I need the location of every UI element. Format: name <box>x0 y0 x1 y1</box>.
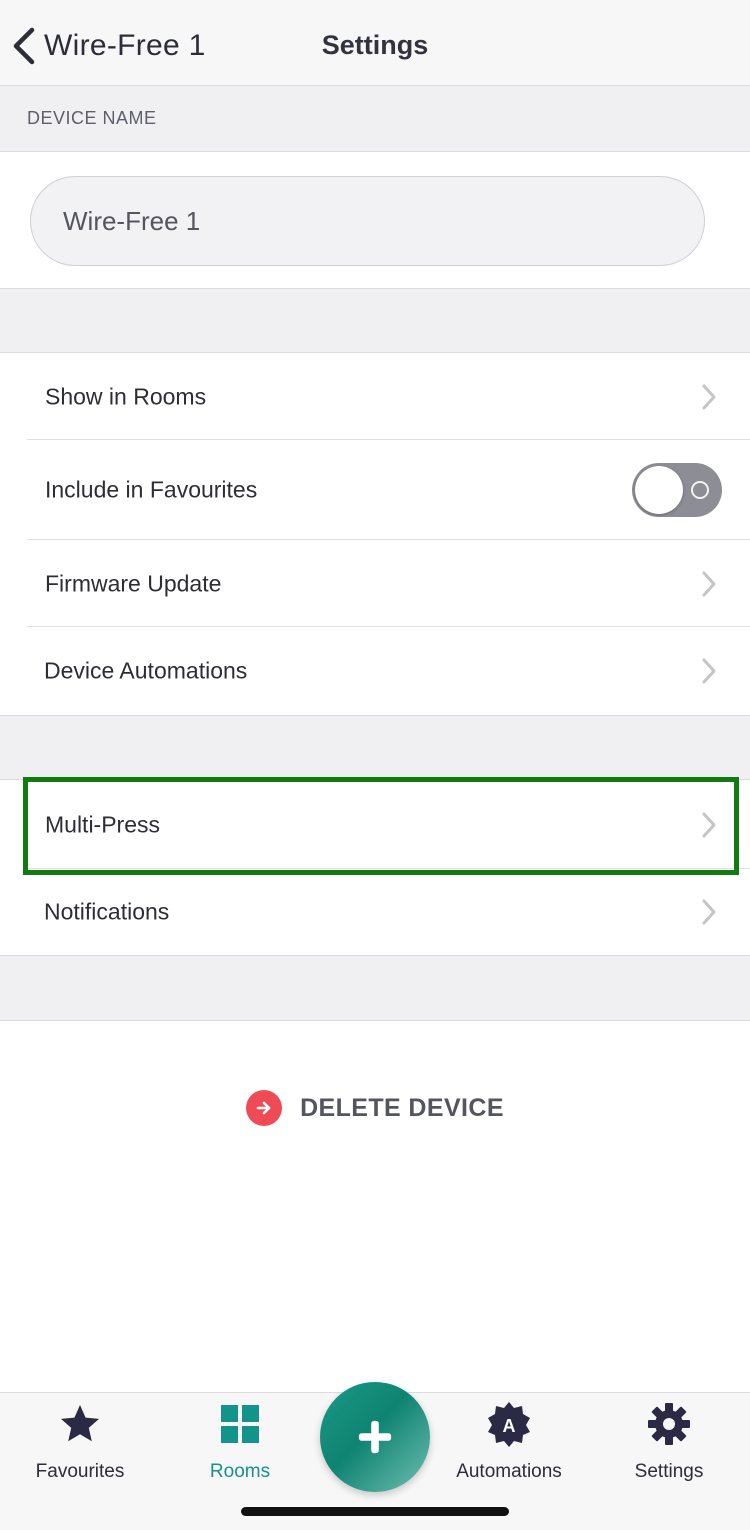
row-label: Firmware Update <box>45 570 222 596</box>
star-icon <box>5 1399 155 1449</box>
tab-favourites[interactable]: Favourites <box>5 1399 155 1483</box>
section-spacer <box>0 955 750 1021</box>
row-label: Notifications <box>44 898 170 925</box>
chevron-right-icon <box>702 899 716 925</box>
section-spacer <box>0 288 750 353</box>
home-indicator <box>241 1507 509 1516</box>
chevron-right-icon <box>702 812 716 838</box>
gear-icon <box>594 1399 744 1449</box>
page-title: Settings <box>321 30 429 60</box>
add-button[interactable] <box>320 1382 430 1492</box>
arrow-right-circle-icon <box>246 1090 283 1126</box>
tab-settings[interactable]: Settings <box>594 1399 744 1483</box>
chevron-right-icon <box>702 571 716 596</box>
favourites-toggle[interactable] <box>632 463 722 517</box>
device-automations-row[interactable]: Device Automations <box>0 627 750 715</box>
toggle-knob <box>635 466 683 514</box>
row-label: Show in Rooms <box>45 383 207 410</box>
row-label: Device Automations <box>44 657 248 684</box>
device-name-section-label: DEVICE NAME <box>27 108 157 128</box>
multi-press-row[interactable]: Multi-Press <box>0 781 750 869</box>
show-in-rooms-row[interactable]: Show in Rooms <box>0 354 750 440</box>
device-name-value: Wire-Free 1 <box>63 205 201 236</box>
notifications-row[interactable]: Notifications <box>0 869 750 955</box>
row-label: Multi-Press <box>45 811 161 838</box>
section-spacer <box>0 715 750 780</box>
tab-label: Automations <box>456 1461 562 1482</box>
row-label: Include in Favourites <box>45 476 258 503</box>
device-name-input[interactable]: Wire-Free 1 <box>30 176 705 266</box>
navigation-bar: Wire-Free 1 Settings <box>0 0 750 86</box>
firmware-update-row[interactable]: Firmware Update <box>0 540 750 627</box>
tab-label: Favourites <box>35 1461 125 1482</box>
grid-icon <box>165 1399 315 1449</box>
delete-device-button[interactable]: DELETE DEVICE <box>0 1080 750 1136</box>
automations-icon: A <box>434 1399 584 1449</box>
tab-rooms[interactable]: Rooms <box>165 1399 315 1483</box>
tab-label: Rooms <box>209 1461 271 1482</box>
delete-device-label: DELETE DEVICE <box>300 1093 504 1122</box>
include-in-favourites-row: Include in Favourites <box>0 440 750 540</box>
chevron-right-icon <box>702 384 716 410</box>
chevron-right-icon <box>702 658 716 684</box>
tab-automations[interactable]: A Automations <box>434 1399 584 1483</box>
tab-label: Settings <box>634 1461 704 1482</box>
toggle-off-icon <box>691 481 709 499</box>
svg-text:A: A <box>503 1416 516 1436</box>
plus-icon <box>358 1420 392 1454</box>
